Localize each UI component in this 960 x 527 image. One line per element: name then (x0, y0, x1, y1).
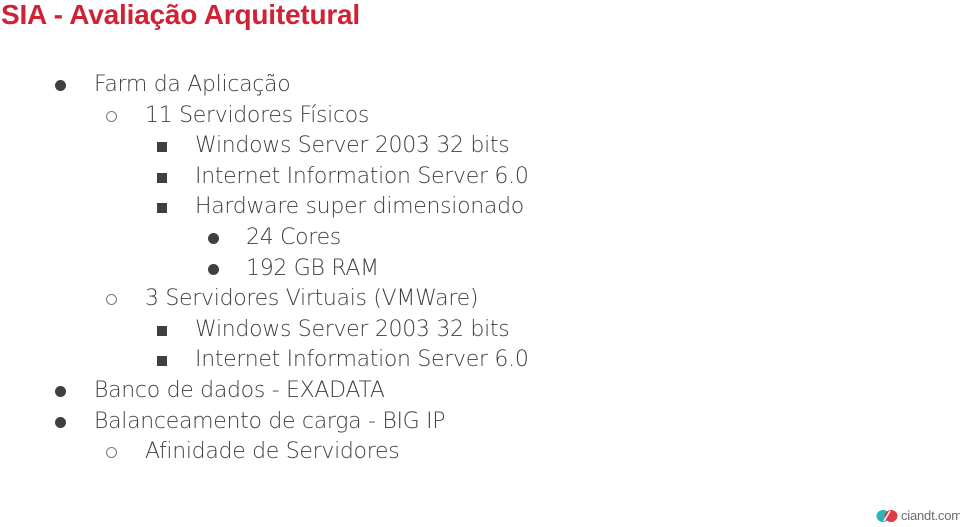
outline-item: Internet Information Server 6.0 (0, 162, 960, 192)
outline-item: Windows Server 2003 32 bits (0, 131, 960, 161)
outline-item-text: Windows Server 2003 32 bits (195, 133, 510, 159)
outline-item-text: 11 Servidores Físicos (145, 102, 370, 128)
slide-title: SIA - Avaliação Arquitetural (1, 0, 361, 30)
outline-item: Balanceamento de carga - BIG IP (0, 407, 960, 437)
logo-text: ciandt.com (901, 507, 960, 523)
bullet-disc-icon (55, 80, 66, 91)
bullet-circle-icon (106, 447, 117, 459)
bullet-disc-icon (55, 386, 66, 397)
outline-item: Hardware super dimensionado (0, 192, 960, 222)
outline-item: Banco de dados - EXADATA (0, 376, 960, 406)
outline-item-text: 24 Cores (246, 225, 341, 250)
outline-item: Windows Server 2003 32 bits (0, 315, 960, 345)
outline-item-text: Internet Information Server 6.0 (195, 163, 529, 189)
bullet-square-icon (157, 203, 167, 214)
outline-item: Afinidade de Servidores (0, 437, 960, 467)
bullet-square-icon (157, 142, 167, 153)
bullet-square-icon (157, 325, 167, 336)
outline-item-text: Balanceamento de carga - BIG IP (94, 408, 446, 434)
bullet-square-icon (157, 356, 167, 367)
outline-item-text: Farm da Aplicação (94, 72, 291, 97)
outline-item-text: Windows Server 2003 32 bits (195, 316, 510, 342)
bullet-circle-icon (106, 110, 117, 122)
bullet-circle-icon (106, 294, 117, 306)
ciandt-logo: ciandt.com (876, 506, 960, 524)
outline-item-text: Internet Information Server 6.0 (195, 347, 529, 373)
outline-item: Internet Information Server 6.0 (0, 345, 960, 375)
bullet-square-icon (157, 172, 167, 183)
bullet-disc-icon (208, 233, 219, 244)
outline-item: Farm da Aplicação (0, 70, 960, 100)
outline-item: 192 GB RAM (0, 254, 960, 284)
outline-item-text: Hardware super dimensionado (195, 194, 524, 220)
outline-item-text: 192 GB RAM (246, 255, 379, 281)
outline-item: 3 Servidores Virtuais (VMWare) (0, 284, 960, 314)
outline-item-text: Afinidade de Servidores (145, 439, 400, 465)
bullet-disc-icon (208, 263, 219, 275)
ciandt-logo-icon (876, 508, 898, 522)
bullet-disc-icon (55, 416, 66, 428)
outline-item: 11 Servidores Físicos (0, 101, 960, 131)
outline-item-text: Banco de dados - EXADATA (94, 378, 385, 403)
outline-item-text: 3 Servidores Virtuais (VMWare) (145, 286, 479, 312)
outline-item: 24 Cores (0, 223, 960, 253)
